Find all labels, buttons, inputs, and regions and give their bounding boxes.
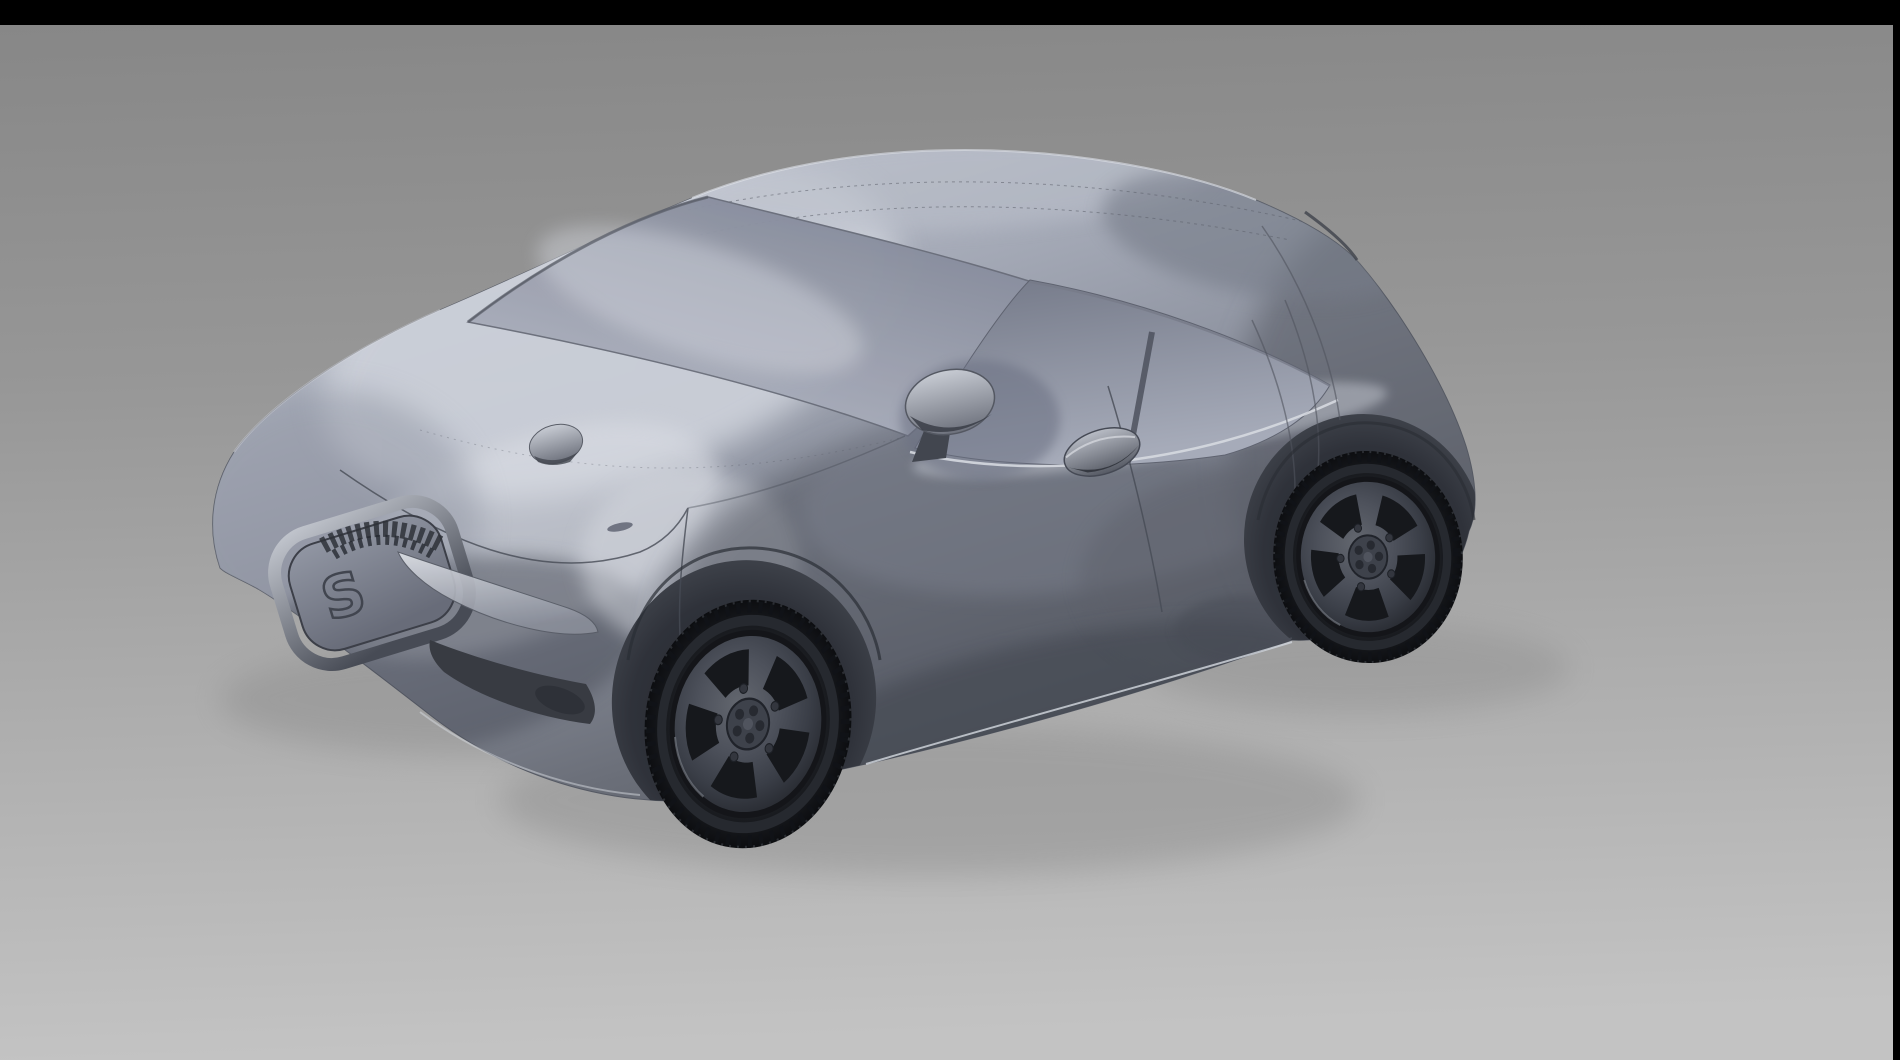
render-viewport[interactable]: S	[0, 0, 1900, 1060]
top-bar	[0, 0, 1900, 25]
right-bar	[1893, 0, 1900, 1060]
application-window: S	[0, 0, 1900, 1060]
